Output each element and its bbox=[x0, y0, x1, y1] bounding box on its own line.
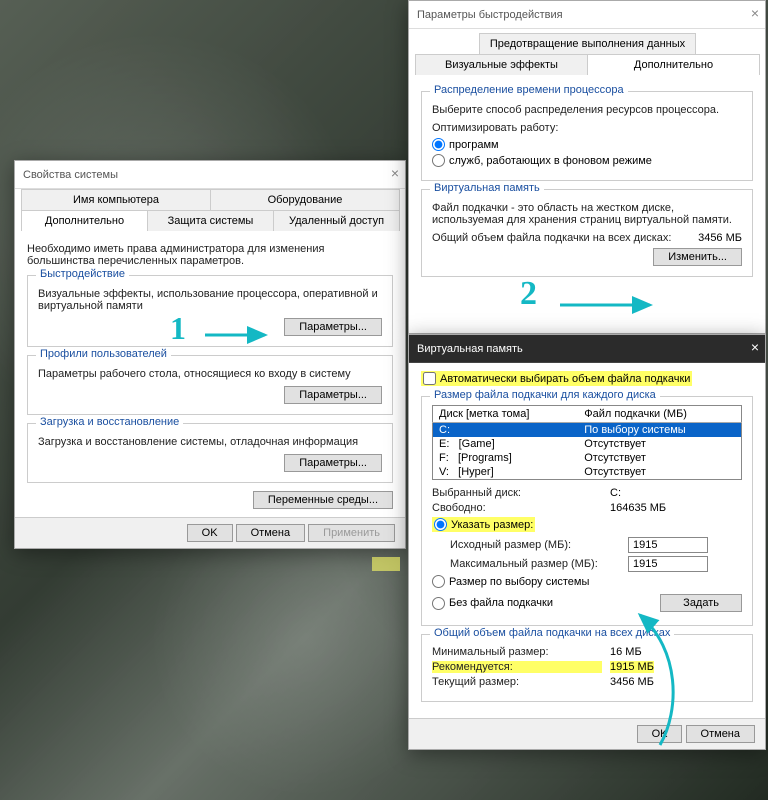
current-value: 3456 МБ bbox=[610, 676, 654, 688]
tab-visual-effects[interactable]: Визуальные эффекты bbox=[415, 54, 588, 75]
system-properties-window: Свойства системы × Имя компьютера Оборуд… bbox=[14, 160, 406, 549]
sysprops-footer: OK Отмена Применить bbox=[15, 517, 405, 548]
performance-group: Быстродействие Визуальные эффекты, испол… bbox=[27, 275, 393, 347]
sysprops-cancel-button[interactable]: Отмена bbox=[236, 524, 305, 542]
total-legend: Общий объем файла подкачки на всех диска… bbox=[430, 627, 674, 639]
auto-manage-checkbox[interactable]: Автоматически выбирать объем файла подка… bbox=[421, 371, 692, 386]
max-size-input[interactable] bbox=[628, 556, 708, 572]
current-label: Текущий размер: bbox=[432, 676, 602, 688]
sysprops-title: Свойства системы bbox=[23, 169, 118, 181]
radio-no-pagefile[interactable]: Без файла подкачки bbox=[432, 597, 638, 610]
scheduling-text: Выберите способ распределения ресурсов п… bbox=[432, 104, 742, 116]
vm-pane: Автоматически выбирать объем файла подка… bbox=[409, 363, 765, 718]
sysprops-pane: Необходимо иметь права администратора дл… bbox=[15, 231, 405, 517]
tab-advanced2[interactable]: Дополнительно bbox=[587, 54, 760, 75]
min-value: 16 МБ bbox=[610, 646, 642, 658]
min-label: Минимальный размер: bbox=[432, 646, 602, 658]
set-button[interactable]: Задать bbox=[660, 594, 742, 612]
vm-footer: OK Отмена bbox=[409, 718, 765, 749]
scheduling-legend: Распределение времени процессора bbox=[430, 84, 628, 96]
performance-options-window: Параметры быстродействия × Предотвращени… bbox=[408, 0, 766, 334]
total-group: Общий объем файла подкачки на всех диска… bbox=[421, 634, 753, 702]
free-space-label: Свободно: bbox=[432, 502, 602, 514]
each-drive-legend: Размер файла подкачки для каждого диска bbox=[430, 389, 660, 401]
vmem-change-button[interactable]: Изменить... bbox=[653, 248, 742, 266]
recommended-value: 1915 МБ bbox=[610, 661, 654, 673]
tab-advanced[interactable]: Дополнительно bbox=[21, 210, 148, 231]
each-drive-group: Размер файла подкачки для каждого диска … bbox=[421, 396, 753, 626]
vmem-group: Виртуальная память Файл подкачки - это о… bbox=[421, 189, 753, 277]
performance-settings-button[interactable]: Параметры... bbox=[284, 318, 382, 336]
sysprops-titlebar: Свойства системы × bbox=[15, 161, 405, 189]
startup-settings-button[interactable]: Параметры... bbox=[284, 454, 382, 472]
radio-system-managed[interactable]: Размер по выбору системы bbox=[432, 575, 589, 588]
radio-programs[interactable]: программ bbox=[432, 138, 499, 151]
drives-table[interactable]: Диск [метка тома]Файл подкачки (МБ) C: П… bbox=[432, 405, 742, 480]
profiles-legend: Профили пользователей bbox=[36, 348, 171, 360]
col-drive: Диск [метка тома] bbox=[433, 406, 579, 423]
profiles-settings-button[interactable]: Параметры... bbox=[284, 386, 382, 404]
startup-group: Загрузка и восстановление Загрузка и вос… bbox=[27, 423, 393, 483]
startup-legend: Загрузка и восстановление bbox=[36, 416, 183, 428]
tab-dep[interactable]: Предотвращение выполнения данных bbox=[479, 33, 696, 54]
profiles-text: Параметры рабочего стола, относящиеся ко… bbox=[38, 368, 382, 380]
tab-hardware[interactable]: Оборудование bbox=[210, 189, 400, 210]
vmem-total-value: 3456 МБ bbox=[698, 232, 742, 244]
tab-remote[interactable]: Удаленный доступ bbox=[273, 210, 400, 231]
optimize-label: Оптимизировать работу: bbox=[432, 122, 742, 134]
perfopts-title: Параметры быстродействия bbox=[417, 9, 563, 21]
sysprops-tabs-row2: Дополнительно Защита системы Удаленный д… bbox=[21, 210, 399, 231]
vmem-total-label: Общий объем файла подкачки на всех диска… bbox=[432, 232, 690, 244]
tab-computer-name[interactable]: Имя компьютера bbox=[21, 189, 211, 210]
vm-cancel-button[interactable]: Отмена bbox=[686, 725, 755, 743]
perfopts-titlebar: Параметры быстродействия × bbox=[409, 1, 765, 29]
initial-size-label: Исходный размер (МБ): bbox=[450, 539, 620, 551]
tab-system-protection[interactable]: Защита системы bbox=[147, 210, 274, 231]
perfopts-pane: Распределение времени процессора Выберит… bbox=[409, 75, 765, 293]
selected-drive-value: C: bbox=[610, 487, 621, 499]
table-row: E: [Game]Отсутствует bbox=[433, 437, 742, 451]
sysprops-tabs-row1: Имя компьютера Оборудование bbox=[21, 189, 399, 210]
initial-size-input[interactable] bbox=[628, 537, 708, 553]
profiles-group: Профили пользователей Параметры рабочего… bbox=[27, 355, 393, 415]
col-pagefile: Файл подкачки (МБ) bbox=[578, 406, 741, 423]
vm-title: Виртуальная память bbox=[417, 343, 523, 355]
close-icon[interactable]: × bbox=[391, 165, 399, 181]
radio-custom-size[interactable]: Указать размер: bbox=[432, 517, 535, 532]
performance-legend: Быстродействие bbox=[36, 268, 129, 280]
scheduling-group: Распределение времени процессора Выберит… bbox=[421, 91, 753, 181]
table-row: C: По выбору системы bbox=[433, 423, 742, 438]
vmem-text: Файл подкачки - это область на жестком д… bbox=[432, 202, 742, 226]
virtual-memory-dialog: Виртуальная память × Автоматически выбир… bbox=[408, 334, 766, 750]
performance-text: Визуальные эффекты, использование процес… bbox=[38, 288, 382, 312]
max-size-label: Максимальный размер (МБ): bbox=[450, 558, 620, 570]
sysprops-ok-button[interactable]: OK bbox=[187, 524, 233, 542]
vmem-legend: Виртуальная память bbox=[430, 182, 544, 194]
env-vars-button[interactable]: Переменные среды... bbox=[253, 491, 393, 509]
recommended-label: Рекомендуется: bbox=[432, 661, 602, 673]
close-icon[interactable]: × bbox=[751, 339, 759, 355]
close-icon[interactable]: × bbox=[751, 5, 759, 21]
sysprops-apply-button[interactable]: Применить bbox=[308, 524, 395, 542]
admin-note: Необходимо иметь права администратора дл… bbox=[27, 243, 393, 267]
startup-text: Загрузка и восстановление системы, отлад… bbox=[38, 436, 382, 448]
radio-services[interactable]: служб, работающих в фоновом режиме bbox=[432, 154, 652, 167]
perfopts-tabs: Визуальные эффекты Дополнительно bbox=[415, 54, 759, 75]
table-row: V: [Hyper]Отсутствует bbox=[433, 465, 742, 480]
free-space-value: 164635 МБ bbox=[610, 502, 666, 514]
vm-titlebar: Виртуальная память × bbox=[409, 335, 765, 363]
selected-drive-label: Выбранный диск: bbox=[432, 487, 602, 499]
vm-ok-button[interactable]: OK bbox=[637, 725, 683, 743]
table-row: F: [Programs]Отсутствует bbox=[433, 451, 742, 465]
